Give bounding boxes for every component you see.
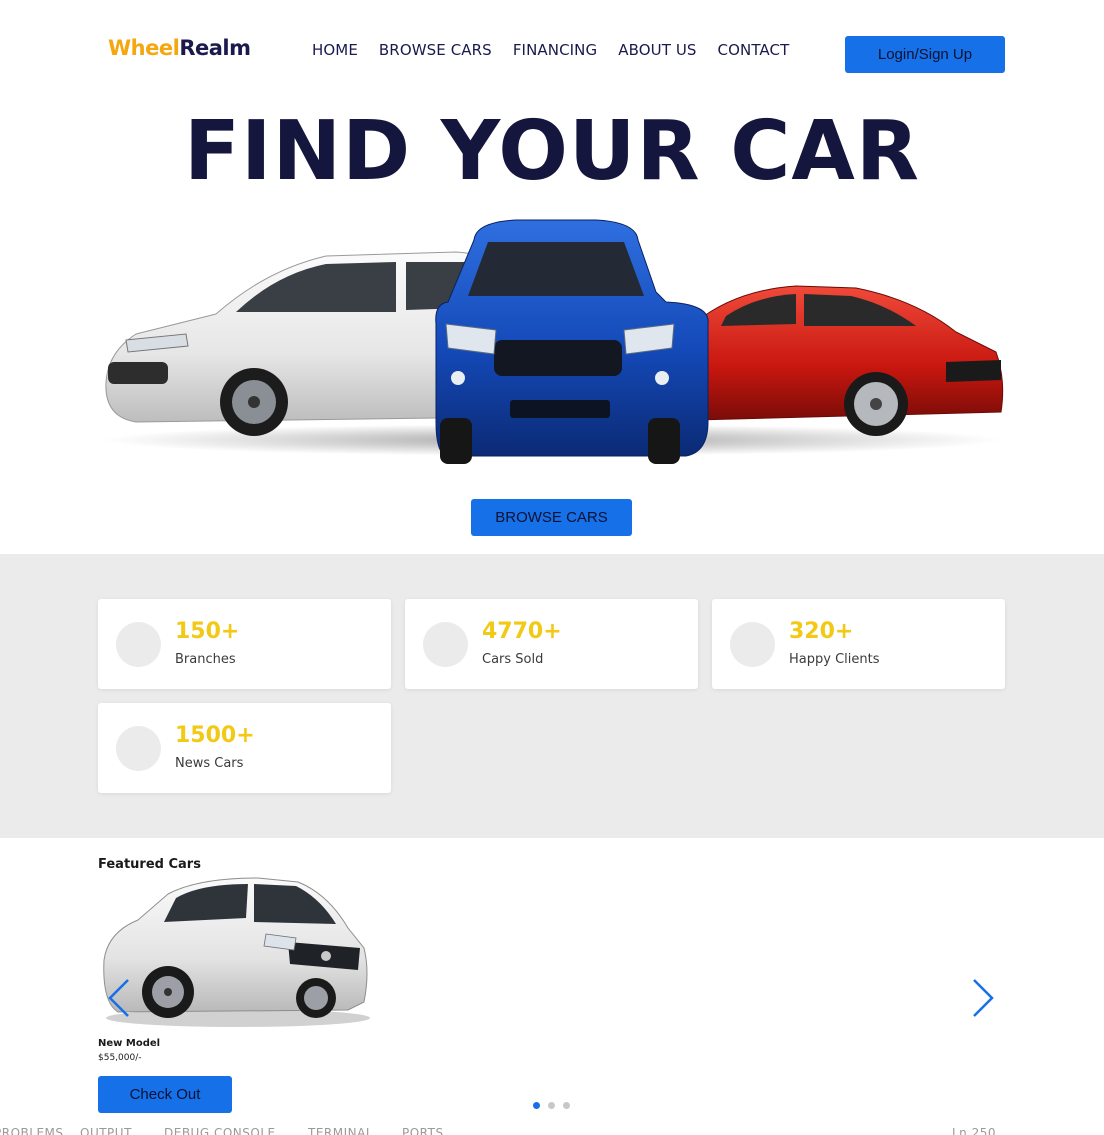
featured-car-price: $55,000/- — [98, 1053, 142, 1063]
stat-icon — [423, 622, 468, 667]
carousel-prev-arrow-icon[interactable] — [106, 978, 134, 1018]
carousel-next-arrow-icon[interactable] — [970, 978, 998, 1018]
nav-browse-cars[interactable]: BROWSE CARS — [379, 41, 492, 59]
site-header: WheelRealm HOME BROWSE CARS FINANCING AB… — [0, 0, 1104, 100]
main-nav: HOME BROWSE CARS FINANCING ABOUT US CONT… — [312, 41, 789, 59]
stat-label: News Cars — [175, 756, 244, 771]
blue-suv — [435, 219, 709, 464]
featured-car-name: New Model — [98, 1038, 161, 1049]
stat-value: 320+ — [789, 619, 854, 644]
logo-realm: Realm — [179, 36, 251, 60]
stat-icon — [116, 726, 161, 771]
stat-label: Happy Clients — [789, 652, 880, 667]
stat-icon — [730, 622, 775, 667]
stat-card-cars-sold: 4770+ Cars Sold — [405, 599, 698, 689]
editor-panel-tabs: PROBLEMS OUTPUT DEBUG CONSOLE TERMINAL P… — [0, 1126, 1104, 1135]
status-line: Ln 250 — [952, 1126, 997, 1135]
login-signup-button[interactable]: Login/Sign Up — [845, 36, 1005, 73]
carousel-dot-2[interactable] — [548, 1102, 555, 1109]
tab-ports[interactable]: PORTS — [402, 1127, 444, 1135]
stat-value: 1500+ — [175, 723, 255, 748]
carousel-dot-1[interactable] — [533, 1102, 540, 1109]
carousel-pagination — [533, 1102, 570, 1109]
hero-cars-image — [102, 219, 1004, 464]
carousel-dot-3[interactable] — [563, 1102, 570, 1109]
tab-debug-console[interactable]: DEBUG CONSOLE — [164, 1127, 276, 1135]
featured-car-image[interactable] — [98, 872, 370, 1032]
nav-about-us[interactable]: ABOUT US — [618, 41, 696, 59]
stat-value: 150+ — [175, 619, 240, 644]
stat-label: Branches — [175, 652, 236, 667]
nav-home[interactable]: HOME — [312, 41, 358, 59]
check-out-button[interactable]: Check Out — [98, 1076, 232, 1113]
logo-wheel: Wheel — [108, 36, 180, 60]
stat-label: Cars Sold — [482, 652, 544, 667]
stat-card-new-cars: 1500+ News Cars — [98, 703, 391, 793]
browse-cars-button[interactable]: BROWSE CARS — [471, 499, 632, 536]
logo[interactable]: WheelRealm — [108, 36, 251, 60]
tab-problems[interactable]: PROBLEMS — [0, 1127, 64, 1135]
red-sedan — [695, 285, 1004, 436]
hero-title: FIND YOUR CAR — [184, 104, 920, 199]
stat-value: 4770+ — [482, 619, 562, 644]
stat-card-branches: 150+ Branches — [98, 599, 391, 689]
nav-contact[interactable]: CONTACT — [718, 41, 790, 59]
stat-icon — [116, 622, 161, 667]
stats-section: 150+ Branches 4770+ Cars Sold 320+ Happy… — [0, 554, 1104, 838]
tab-output[interactable]: OUTPUT — [80, 1127, 132, 1135]
tab-terminal[interactable]: TERMINAL — [308, 1127, 373, 1135]
nav-financing[interactable]: FINANCING — [513, 41, 597, 59]
featured-cars-title: Featured Cars — [98, 857, 201, 872]
stat-card-happy-clients: 320+ Happy Clients — [712, 599, 1005, 689]
